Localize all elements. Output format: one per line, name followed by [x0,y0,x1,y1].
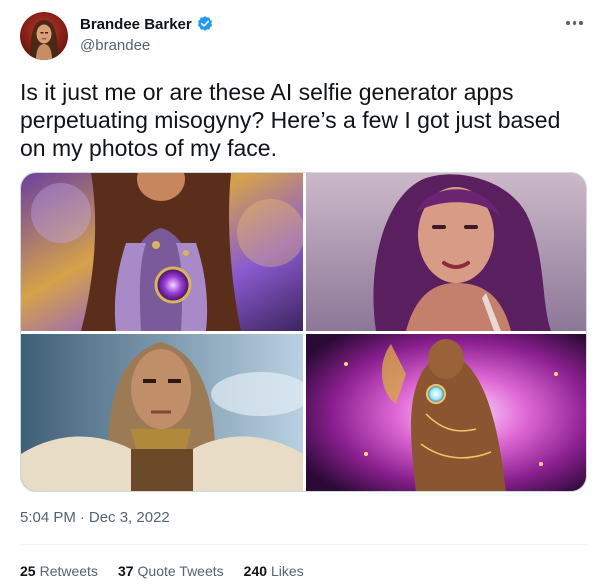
dot [566,21,570,25]
media-image-4[interactable] [306,334,586,491]
engagement-stats: 25 Retweets 37 Quote Tweets 240 Likes [20,563,304,579]
likes-stat[interactable]: 240 Likes [244,563,304,579]
media-image-3[interactable] [21,334,303,491]
retweets-label: Retweets [39,563,98,579]
divider [20,544,587,545]
author-handle[interactable]: @brandee [80,37,150,54]
quote-tweets-count: 37 [117,563,134,579]
author-name-row: Brandee Barker [80,15,214,33]
display-name[interactable]: Brandee Barker [80,16,192,33]
tweet-text: Is it just me or are these AI selfie gen… [20,79,567,161]
tweet-timestamp[interactable]: 5:04 PM · Dec 3, 2022 [20,509,170,526]
timestamp-separator: · [79,509,85,526]
retweets-stat[interactable]: 25 Retweets [20,563,98,579]
more-horizontal-icon[interactable] [566,16,588,30]
dot [579,21,583,25]
retweets-count: 25 [20,563,36,579]
likes-count: 240 [243,563,268,579]
media-grid [20,172,587,492]
tweet-time: 5:04 PM [20,509,76,526]
media-image-1[interactable] [21,173,303,331]
likes-label: Likes [271,563,304,579]
verified-badge-icon [196,15,214,33]
tweet-date: Dec 3, 2022 [88,509,170,526]
quote-tweets-label: Quote Tweets [137,563,224,579]
quote-tweets-stat[interactable]: 37 Quote Tweets [118,563,224,579]
avatar[interactable] [20,12,68,60]
dot [572,21,576,25]
media-image-2[interactable] [306,173,586,331]
tweet-card: Brandee Barker @brandee Is it just me or… [0,0,606,587]
